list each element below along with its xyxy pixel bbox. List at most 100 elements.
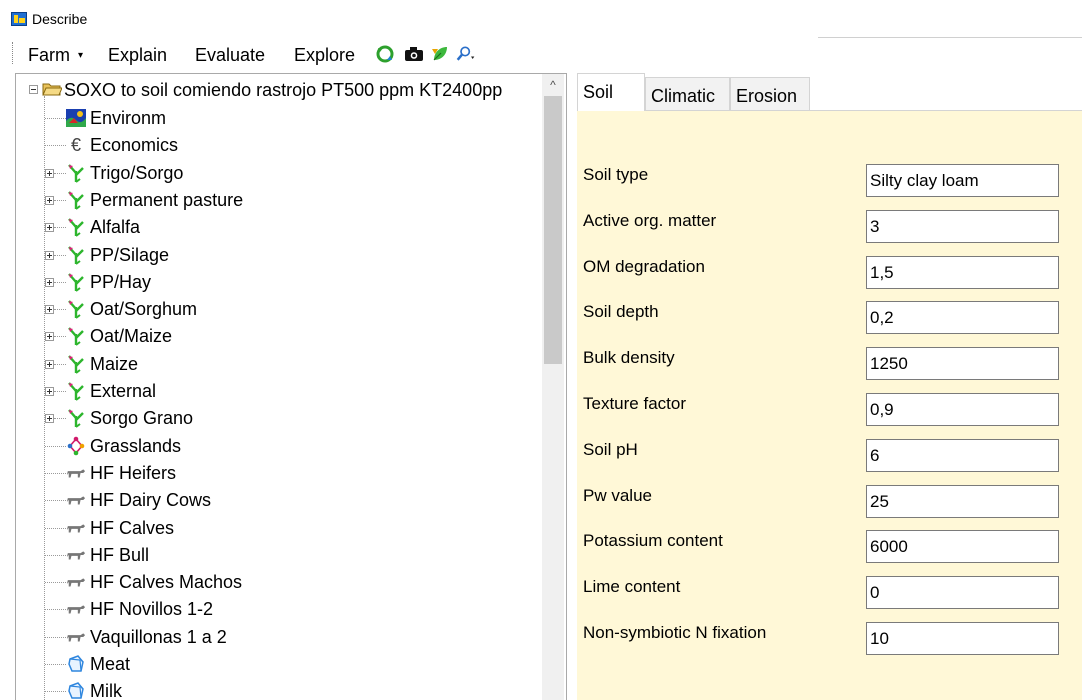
tree-item[interactable]: Trigo/Sorgo [22,159,542,187]
cow-icon [66,490,86,510]
tree-connector [54,418,66,420]
field-input[interactable]: 6 [866,438,1059,472]
cow-icon [66,599,86,619]
tree-item-label: HF Calves Machos [90,572,243,593]
tree-item-label: PP/Silage [90,244,170,265]
tree-item[interactable]: PP/Hay [22,268,542,296]
search-dropdown-icon[interactable] [456,44,476,64]
tree-connector [54,309,66,311]
cow-icon [66,627,86,647]
tree-connector [45,691,66,693]
tree-connector [54,227,66,229]
crop-icon [66,272,86,292]
crop-icon [66,381,86,401]
tree-item[interactable]: Maize [22,350,542,378]
expand-toggle[interactable] [45,250,54,260]
field-input[interactable]: 10 [866,622,1059,655]
tree-item[interactable]: HF Heifers [22,459,542,487]
expand-toggle[interactable] [45,359,54,369]
expand-toggle[interactable] [45,387,54,396]
leaf-refresh-icon[interactable] [430,44,450,64]
expand-toggle[interactable] [45,223,54,233]
menu-explain[interactable]: Explain [108,45,167,66]
collapse-toggle[interactable] [29,85,38,94]
field-label: Non-symbiotic N fixation [583,623,767,642]
tree-item-label: Alfalfa [90,217,141,238]
crop-icon [66,299,86,319]
tree-item[interactable]: € Economics [22,131,542,159]
scroll-thumb[interactable] [544,96,562,364]
tree-item-label: Meat [90,654,131,674]
tree-item[interactable]: Meat [22,650,542,678]
tree-item[interactable]: Alfalfa [22,213,542,241]
tree-item-label: Environm [90,108,167,128]
tree-item[interactable]: Permanent pasture [22,186,542,214]
expand-toggle[interactable] [45,305,54,315]
soil-panel: Soil type Silty clay loam Active org. matt… [577,110,1082,700]
field-input[interactable]: 0 [866,576,1059,610]
tree-item[interactable]: Oat/Sorghum [22,295,542,323]
recycle-arrows-icon[interactable] [375,44,395,64]
tree-root-label: SOXO to soil comiendo rastrojo PT500 ppm… [64,80,503,100]
crop-icon [66,408,86,429]
cow-icon [66,518,86,538]
crop-icon [66,354,86,374]
field-input[interactable]: Silty clay loam [866,164,1059,197]
tree-item[interactable]: Environm [22,104,542,132]
field-input[interactable]: 0,9 [866,393,1059,426]
field-label: Bulk density [583,348,675,368]
tree-item[interactable]: HF Dairy Cows [22,486,542,514]
menu-evaluate[interactable]: Evaluate [195,45,265,66]
field-input[interactable]: 6000 [866,530,1059,564]
scroll-up-arrow-icon[interactable]: ^ [542,74,564,96]
tree-item[interactable]: Grasslands [22,432,542,460]
tree-item[interactable]: Sorgo Grano [22,404,542,432]
toolbar-grip[interactable] [12,42,14,64]
tree-item[interactable]: HF Bull [22,541,542,569]
tree-scrollbar[interactable]: ^ [542,74,564,700]
tab-climatic[interactable]: Climatic [645,77,730,111]
tree-item-label: Oat/Sorghum [90,299,198,320]
tree-item[interactable]: HF Calves [22,514,542,542]
expand-toggle[interactable] [45,168,54,178]
field-input[interactable]: 1250 [866,347,1059,381]
title-bar: Describe [0,0,1082,36]
tree-item[interactable]: Vaquillonas 1 a 2 [22,623,542,651]
field-input[interactable]: 3 [866,209,1059,243]
tree-item[interactable]: Oat/Maize [22,322,542,350]
field-input[interactable]: 25 [866,484,1059,518]
tree-connector [45,636,66,638]
tree-item[interactable]: Milk [22,677,542,700]
tree-connector [45,582,66,584]
tree-connector [45,118,66,119]
tree-connector [45,554,66,556]
tree-connector [54,363,66,365]
tree-item[interactable]: PP/Silage [22,241,542,269]
crop-icon [66,245,86,265]
camera-icon[interactable] [404,44,424,64]
chevron-down-icon: ▾ [78,50,84,61]
tree-item-label: HF Calves [90,517,175,538]
menu-farm[interactable]: Farm ▾ [28,45,83,66]
tree-connector [45,472,66,474]
expand-toggle[interactable] [45,277,54,287]
tree-item-label: Oat/Maize [90,326,173,347]
tree-item[interactable]: HF Novillos 1-2 [22,595,542,623]
menubar-divider [818,37,1082,38]
field-input[interactable]: 0,2 [866,301,1059,335]
field-input[interactable]: 1,5 [866,255,1059,289]
tab-soil[interactable]: Soil [577,73,645,111]
expand-toggle[interactable] [45,195,54,205]
product-icon [66,654,86,674]
tree-item[interactable]: HF Calves Machos [22,568,542,596]
field-label: Soil depth [583,302,659,322]
tree-item-label: Maize [90,353,139,374]
expand-toggle[interactable] [45,332,54,342]
menu-explore[interactable]: Explore [294,45,355,66]
tree-item-label: Vaquillonas 1 a 2 [90,626,227,647]
tree-root[interactable]: SOXO to soil comiendo rastrojo PT500 ppm… [22,76,542,104]
tree-item-label: External [90,381,157,401]
tree-item[interactable]: External [22,377,542,405]
expand-toggle[interactable] [45,414,54,424]
tab-erosion[interactable]: Erosion [730,77,810,111]
